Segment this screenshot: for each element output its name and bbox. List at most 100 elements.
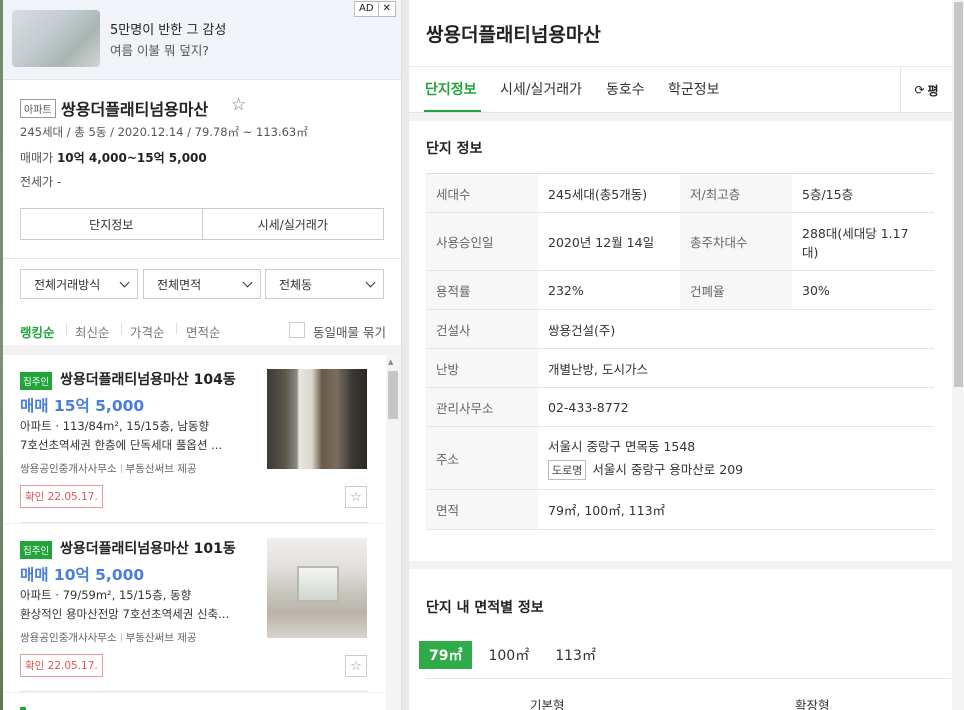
type-badge: 아파트 [20, 99, 56, 118]
listing-item[interactable] [3, 693, 386, 710]
divider [176, 323, 177, 334]
star-icon[interactable]: ☆ [345, 486, 367, 508]
info-value: 5층/15층 [792, 173, 934, 213]
detail-scrollbar-thumb[interactable] [954, 2, 963, 387]
summary-tabs: 단지정보 시세/실거래가 [20, 208, 384, 240]
info-value: 30% [792, 270, 934, 310]
provider: 부동산써브 제공 [125, 463, 197, 475]
listing-photo[interactable] [267, 538, 367, 638]
complex-info-button[interactable]: 단지정보 [21, 209, 202, 239]
listing-item[interactable]: 집주인 쌍용더플래티넘용마산 104동 매매 15억 5,000 아파트 · 1… [3, 355, 386, 523]
ad-subtitle[interactable]: 여름 이불 뭐 덮지? [110, 40, 209, 59]
complex-info-card: 단지 정보 세대수 245세대(총5개동) 저/최고층 5층/15층 사용승인일… [409, 121, 952, 561]
sort-price[interactable]: 가격순 [130, 322, 165, 341]
agent-name: 쌍용공인중개사사무소 [20, 463, 117, 475]
unit-toggle-label: 평 [927, 83, 939, 98]
star-icon[interactable]: ☆ [345, 655, 367, 677]
listing-desc: 7호선초역세권 한층에 단독세대 풀옵션 ... [20, 438, 223, 452]
detail-scrollbar[interactable] [952, 0, 964, 710]
listing-spec: 아파트 · 113/84m², 15/15층, 남동향 [20, 419, 210, 433]
tab-units[interactable]: 동호수 [606, 79, 645, 99]
trade-type-select[interactable]: 전체거래방식 [20, 269, 138, 299]
table-row: 사용승인일 2020년 12월 14일 총주차대수 288대(세대당 1.17대… [426, 212, 934, 271]
price-button[interactable]: 시세/실거래가 [201, 209, 384, 239]
section-title: 단지 내 면적별 정보 [426, 600, 544, 616]
info-value: 232% [538, 270, 680, 310]
info-key: 주소 [426, 426, 538, 490]
listing-title[interactable]: 쌍용더플래티넘용마산 101동 [60, 538, 236, 558]
table-row: 면적 79㎡, 100㎡, 113㎡ [426, 489, 934, 530]
info-value: 쌍용건설(주) [538, 309, 934, 349]
col-basic: 기본형 [530, 698, 565, 710]
left-panel: 5만명이 반한 그 감성 여름 이불 뭐 덮지? AD ✕ 아파트 쌍용더플래티… [0, 0, 401, 710]
window-graphic [297, 566, 339, 602]
listing-spec: 아파트 · 79/59m², 15/15층, 동향 [20, 588, 192, 602]
chevron-down-icon [365, 277, 376, 288]
complex-info-table: 세대수 245세대(총5개동) 저/최고층 5층/15층 사용승인일 2020년… [426, 173, 934, 530]
detail-panel: 쌍용더플래티넘용마산 단지정보 시세/실거래가 동호수 학군정보 ⟳ 평 단지 … [409, 0, 952, 710]
info-key: 난방 [426, 348, 538, 388]
panel-divider[interactable] [401, 0, 409, 710]
col-expanded: 확장형 [795, 698, 830, 710]
jeonse-label: 전세가 [20, 175, 54, 189]
table-row: 난방 개별난방, 도시가스 [426, 348, 934, 388]
listing-item[interactable]: 집주인 쌍용더플래티넘용마산 101동 매매 10억 5,000 아파트 · 7… [3, 524, 386, 692]
chevron-down-icon [242, 277, 253, 288]
group-same-checkbox[interactable] [289, 322, 305, 338]
sort-area[interactable]: 면적순 [186, 322, 221, 341]
address-road: 도로명 서울시 중랑구 용마산로 209 [548, 459, 924, 480]
detail-title: 쌍용더플래티넘용마산 [426, 24, 601, 46]
group-same-label[interactable]: 동일매물 묶기 [313, 322, 386, 341]
area-tab-100[interactable]: 100㎡ [478, 641, 539, 669]
divider [120, 633, 122, 642]
provider: 부동산써브 제공 [125, 632, 197, 644]
tab-school[interactable]: 학군정보 [668, 79, 720, 99]
app-root: 5만명이 반한 그 감성 여름 이불 뭐 덮지? AD ✕ 아파트 쌍용더플래티… [0, 0, 964, 710]
star-icon[interactable]: ☆ [231, 95, 246, 115]
scroll-up-icon[interactable]: ▲ [388, 358, 393, 366]
listing-price: 매매 10억 5,000 [20, 566, 145, 584]
info-value: 02-433-8772 [538, 387, 934, 427]
trade-type-value: 전체거래방식 [34, 277, 101, 292]
info-key: 세대수 [426, 173, 538, 213]
area-value: 전체면적 [157, 277, 202, 292]
info-key: 면적 [426, 489, 538, 530]
complex-name: 쌍용더플래티넘용마산 [61, 100, 209, 119]
section-title: 단지 정보 [426, 141, 483, 157]
sort-latest[interactable]: 최신순 [75, 322, 110, 341]
divider [409, 66, 952, 67]
info-key: 건폐율 [680, 270, 792, 310]
chevron-down-icon [119, 277, 130, 288]
sort-ranking[interactable]: 랭킹순 [20, 322, 55, 341]
dong-select[interactable]: 전체동 [265, 269, 384, 299]
tab-complex-info[interactable]: 단지정보 [425, 79, 477, 99]
table-row: 주소 서울시 중랑구 면목동 1548 도로명 서울시 중랑구 용마산로 209 [426, 426, 934, 490]
listing-scrollbar-thumb[interactable] [388, 371, 398, 419]
close-icon[interactable]: ✕ [377, 2, 395, 16]
info-value: 개별난방, 도시가스 [538, 348, 934, 388]
info-key: 저/최고층 [680, 173, 792, 213]
area-info-card: 단지 내 면적별 정보 79㎡ 100㎡ 113㎡ 기본형 확장형 [409, 569, 952, 710]
info-value: 245세대(총5개동) [538, 173, 680, 213]
listing-photo[interactable] [267, 369, 367, 469]
dong-value: 전체동 [279, 277, 313, 292]
area-select[interactable]: 전체면적 [143, 269, 261, 299]
ad-title[interactable]: 5만명이 반한 그 감성 [110, 19, 226, 38]
table-row: 관리사무소 02-433-8772 [426, 387, 934, 427]
area-tabs: 79㎡ 100㎡ 113㎡ [419, 641, 612, 669]
divider [120, 464, 122, 473]
tab-price[interactable]: 시세/실거래가 [500, 79, 582, 99]
listing-desc: 환상적인 용마산전망 7호선초역세권 신축... [20, 607, 230, 621]
unit-toggle-button[interactable]: ⟳ 평 [900, 67, 952, 113]
info-key: 건설사 [426, 309, 538, 349]
area-tab-79[interactable]: 79㎡ [419, 641, 473, 669]
ad-banner[interactable]: 5만명이 반한 그 감성 여름 이불 뭐 덮지? AD ✕ [3, 0, 401, 80]
listing-agent: 쌍용공인중개사사무소 부동산써브 제공 [20, 461, 197, 476]
area-tab-113[interactable]: 113㎡ [545, 641, 606, 669]
listing-title[interactable]: 쌍용더플래티넘용마산 104동 [60, 369, 236, 389]
ad-thumbnail[interactable] [12, 10, 100, 67]
owner-badge: 집주인 [20, 541, 53, 559]
road-badge: 도로명 [548, 460, 587, 480]
table-row: 용적률 232% 건폐율 30% [426, 270, 934, 310]
listing-price: 매매 15억 5,000 [20, 397, 145, 415]
